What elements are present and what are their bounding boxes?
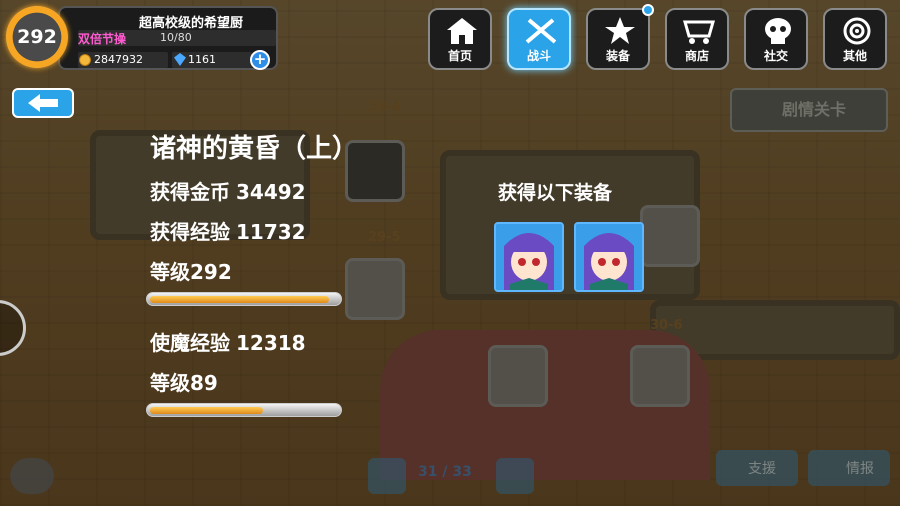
equipment-item[interactable] [494, 222, 564, 292]
coin-display: 2847932 [78, 52, 168, 68]
skull-icon [765, 18, 791, 44]
familiar-exp-fill [150, 407, 263, 414]
star-gun-icon [605, 17, 635, 44]
crossed-swords-icon [525, 18, 557, 44]
exp-value: 11732 [236, 220, 306, 244]
next-page-button[interactable] [496, 458, 534, 494]
story-level-button[interactable]: 剧情关卡 [730, 88, 888, 132]
familiar-exp-bar [146, 403, 342, 417]
exp-label: 获得经验 [150, 220, 230, 244]
stamina-value: 10/80 [160, 31, 192, 44]
gold-reward: 获得金币 34492 [150, 176, 306, 205]
equipment-title: 获得以下装备 [498, 182, 613, 204]
house-icon [447, 18, 477, 44]
support-button[interactable]: 支援 [716, 450, 798, 486]
dim-overlay [0, 0, 900, 506]
intel-button[interactable]: 情报 [808, 450, 890, 486]
coin-value: 2847932 [94, 53, 143, 66]
double-buff-label: 双倍节操 [78, 32, 127, 46]
target-icon [843, 17, 871, 45]
prev-page-button[interactable] [368, 458, 406, 494]
familiar-exp-value: 12318 [236, 331, 306, 355]
gold-label: 获得金币 [150, 180, 230, 204]
nav-shop[interactable]: 商店 [665, 8, 729, 70]
chat-button[interactable] [10, 458, 54, 494]
nav-home-label: 首页 [447, 49, 472, 63]
gem-icon [174, 53, 186, 66]
player-level-text: 等级292 [150, 260, 232, 284]
back-button[interactable] [12, 88, 74, 118]
nav-home[interactable]: 首页 [428, 8, 492, 70]
nav-battle-label: 战斗 [526, 49, 551, 63]
cart-icon [683, 20, 715, 44]
character-portrait-icon [496, 224, 562, 290]
page-indicator: 31 / 33 [418, 464, 472, 480]
gem-value: 1161 [188, 53, 216, 66]
gem-display: 1161 [172, 52, 252, 68]
familiar-level-text: 等级89 [150, 371, 218, 395]
nav-equipment[interactable]: 装备 [586, 4, 654, 70]
exp-reward: 获得经验 11732 [150, 216, 306, 245]
notification-dot [642, 4, 654, 16]
familiar-exp-label: 使魔经验 [150, 331, 230, 355]
nav-shop-label: 商店 [684, 49, 709, 63]
player-level-badge: 292 [6, 6, 68, 68]
nav-equipment-label: 装备 [605, 49, 630, 63]
nav-other[interactable]: 其他 [823, 8, 887, 70]
player-name: 超高校级的希望厨 [138, 16, 243, 31]
character-portrait-icon [576, 224, 642, 290]
buff-row: 双倍节操 10/80 [78, 30, 276, 46]
nav-social[interactable]: 社交 [744, 8, 808, 70]
player-exp-fill [150, 296, 329, 303]
player-exp-bar [146, 292, 342, 306]
nav-social-label: 社交 [763, 49, 788, 63]
nav-battle[interactable]: 战斗 [507, 8, 571, 70]
stage-title: 诸神的黄昏（上） [150, 134, 359, 164]
nav-other-label: 其他 [842, 49, 867, 63]
arrow-left-icon [28, 94, 58, 112]
coin-icon [79, 54, 91, 66]
add-gems-button[interactable]: + [250, 50, 270, 70]
equipment-item[interactable] [574, 222, 644, 292]
gold-value: 34492 [236, 180, 306, 204]
player-profile-panel[interactable]: 超高校级的希望厨 双倍节操 10/80 2847932 1161 [58, 6, 278, 70]
familiar-exp-reward: 使魔经验 12318 [150, 327, 306, 356]
